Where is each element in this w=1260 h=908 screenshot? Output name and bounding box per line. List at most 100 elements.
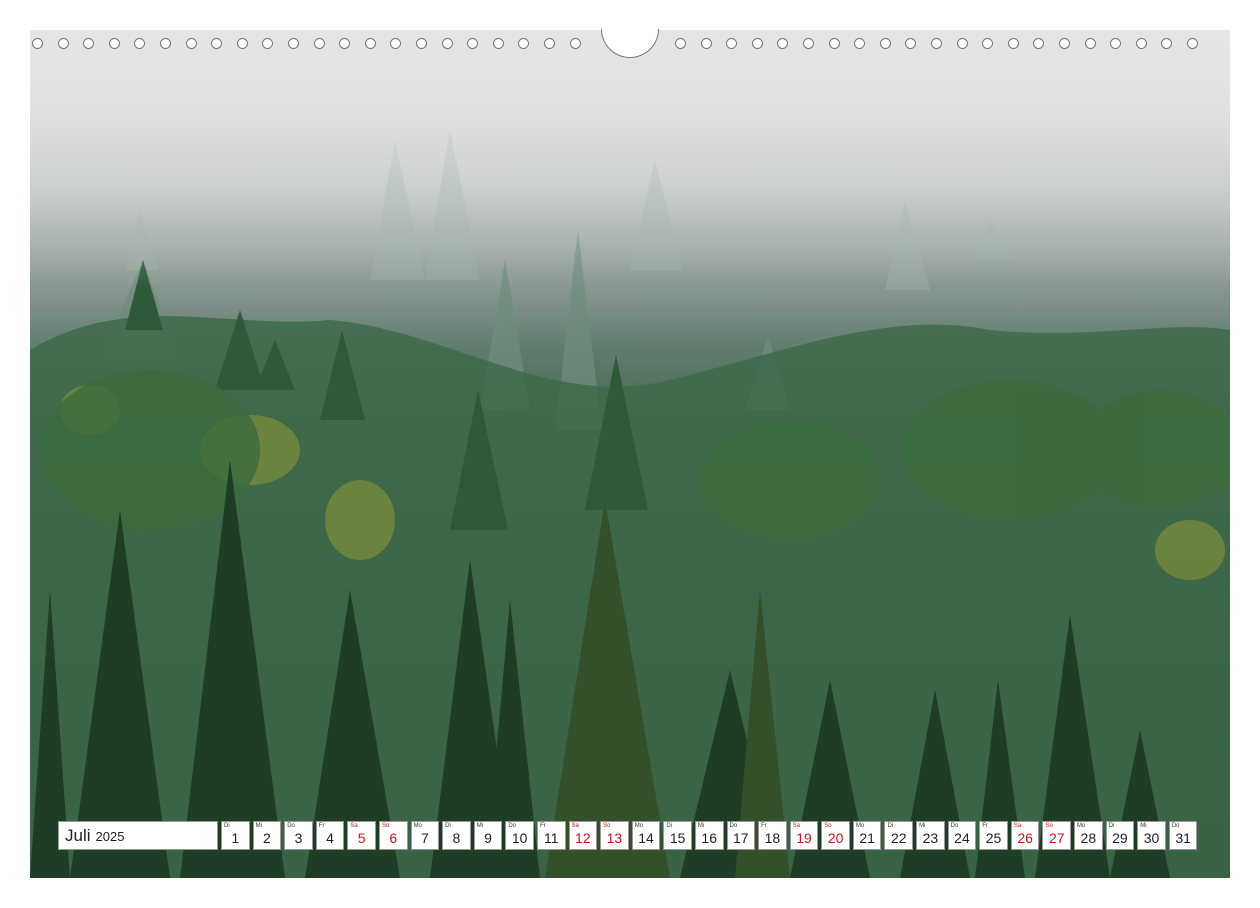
- weekday-label: Do: [508, 823, 517, 829]
- binding-ring: [108, 38, 120, 49]
- weekday-label: Di: [666, 823, 672, 829]
- binding-ring: [262, 38, 274, 49]
- day-cell: Mi 2: [252, 821, 282, 850]
- day-number: 31: [1175, 830, 1191, 846]
- weekday-label: Mi: [476, 823, 484, 829]
- weekday-label: Sa: [350, 823, 358, 829]
- weekday-label: Sa: [792, 823, 801, 829]
- weekday-label: Di: [887, 823, 894, 829]
- binding-ring: [982, 38, 994, 49]
- weekday-label: Fr: [982, 823, 988, 829]
- day-number: 29: [1112, 830, 1128, 846]
- day-cell: So 6: [378, 821, 408, 850]
- binding-ring: [236, 38, 248, 49]
- weekday-label: Fr: [761, 823, 767, 829]
- binding-ring: [211, 38, 223, 49]
- day-number: 25: [985, 830, 1002, 846]
- binding-ring: [777, 38, 789, 49]
- day-number: 17: [733, 830, 749, 846]
- binding-ring: [726, 38, 738, 49]
- weekday-label: Mi: [697, 823, 705, 829]
- day-number: 30: [1143, 830, 1160, 846]
- day-cell: So 13: [600, 821, 629, 850]
- binding-ring: [1007, 38, 1019, 49]
- weekday-label: Do: [287, 823, 295, 829]
- day-number: 23: [922, 830, 939, 846]
- day-cell: Do 31: [1168, 821, 1198, 850]
- binding-ring: [492, 38, 504, 49]
- day-cell: Do 3: [284, 821, 313, 850]
- binding-ring: [134, 38, 146, 49]
- binding-ring: [879, 38, 891, 49]
- binding-ring: [57, 38, 69, 49]
- binding-ring: [1110, 38, 1122, 49]
- binding-ring: [1135, 38, 1147, 49]
- day-cell: Mi 23: [916, 821, 945, 850]
- weekday-label: Mo: [855, 823, 865, 829]
- day-number: 27: [1048, 830, 1065, 846]
- day-number: 14: [638, 830, 654, 846]
- day-cell: So 27: [1042, 821, 1072, 850]
- binding-ring: [364, 38, 376, 49]
- weekday-label: Di: [445, 823, 451, 829]
- day-cell: Sa 19: [789, 821, 819, 850]
- day-number: 10: [511, 830, 528, 846]
- binding-ring: [160, 38, 171, 49]
- hanger-cutout: [601, 29, 659, 58]
- binding-ring: [569, 38, 581, 49]
- day-number: 22: [890, 830, 907, 846]
- weekday-label: Sa: [1013, 823, 1022, 829]
- day-number: 26: [1017, 830, 1033, 846]
- day-cell: Do 24: [947, 821, 977, 850]
- weekday-label: Mi: [919, 823, 926, 829]
- binding-ring: [544, 38, 555, 49]
- day-number: 21: [859, 830, 875, 846]
- day-number: 16: [701, 830, 717, 846]
- binding-ring: [700, 38, 712, 49]
- weekday-label: Fr: [539, 823, 546, 829]
- day-number: 20: [827, 830, 844, 846]
- month-label-box: Juli 2025: [58, 821, 218, 850]
- day-cell: Fr 25: [979, 821, 1008, 850]
- binding-ring: [339, 38, 351, 49]
- day-cell: Mo 21: [852, 821, 882, 850]
- binding-ring: [854, 38, 866, 49]
- weekday-label: Mi: [1140, 823, 1147, 829]
- binding-ring: [313, 38, 325, 49]
- day-cell: Sa 26: [1010, 821, 1040, 850]
- weekday-label: So: [824, 823, 832, 829]
- binding-ring: [931, 38, 942, 49]
- day-cell: Sa 12: [568, 821, 598, 850]
- binding-ring: [83, 38, 95, 49]
- forest-illustration: [30, 30, 1230, 878]
- weekday-label: Di: [224, 823, 230, 829]
- day-cell: Di 15: [663, 821, 692, 850]
- binding-ring: [675, 38, 686, 49]
- binding-ring: [288, 38, 299, 49]
- day-cell: Fr 4: [315, 821, 345, 850]
- day-cell: Fr 11: [536, 821, 566, 850]
- day-number: 8: [452, 830, 461, 846]
- day-cell: So 20: [821, 821, 850, 850]
- weekday-label: So: [603, 823, 611, 829]
- forest-fog-photo: [30, 30, 1230, 878]
- day-cell: Mi 9: [473, 821, 503, 850]
- day-number: 12: [575, 830, 591, 846]
- weekday-label: Mo: [413, 823, 422, 829]
- weekday-label: Do: [729, 823, 738, 829]
- year-label: 2025: [95, 829, 125, 844]
- binding-ring: [416, 38, 427, 49]
- binding-ring: [467, 38, 479, 49]
- day-cell: Di 29: [1105, 821, 1135, 850]
- day-cell: Di 22: [884, 821, 914, 850]
- weekday-label: Do: [1171, 823, 1180, 829]
- binding-ring: [1084, 38, 1096, 49]
- day-cell: Mi 30: [1137, 821, 1166, 850]
- weekday-label: Sa: [571, 823, 579, 829]
- binding-ring: [185, 38, 197, 49]
- binding-ring: [956, 38, 968, 49]
- day-number: 2: [262, 830, 271, 846]
- binding-ring: [441, 38, 453, 49]
- weekday-label: Fr: [318, 823, 325, 829]
- binding-ring: [751, 38, 763, 49]
